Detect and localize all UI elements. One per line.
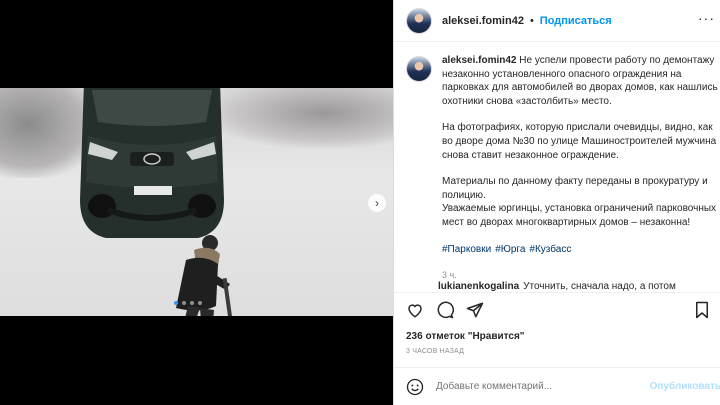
action-bar [394,292,720,332]
caption-hashtags: #Парковки #Юрга #Кузбасс [442,243,720,257]
comment-icon[interactable] [436,301,454,319]
post-header: aleksei.fomin42 • Подписаться ··· [394,0,720,42]
bookmark-icon[interactable] [694,301,710,319]
author-username[interactable]: aleksei.fomin42 [442,15,524,27]
likes-count[interactable]: 236 отметок "Нравится" [406,331,525,342]
hashtag-link[interactable]: #Кузбасс [529,244,571,255]
next-slide-button[interactable]: › [368,194,386,212]
caption-paragraph-3: Материалы по данному факту переданы в пр… [442,176,708,201]
caption-paragraph-1: aleksei.fomin42 Не успели провести работ… [442,54,720,108]
comment-username[interactable]: lukianenkogalina [438,281,519,292]
more-options-icon[interactable]: ··· [698,10,715,26]
caption-paragraph-2: На фотографиях, которую прислали очевидц… [442,122,717,161]
avatar[interactable] [406,7,432,34]
comment-row: lukianenkogalina Уточнить, сначала надо,… [406,280,716,292]
carousel-indicator [174,301,202,305]
carousel-dot [182,301,186,305]
caption-avatar[interactable] [406,56,432,82]
emoji-icon[interactable] [406,378,424,396]
hashtag-link[interactable]: #Юрга [495,244,525,255]
snow-shadow-right [210,88,393,148]
separator-dot: • [529,14,534,27]
chevron-right-icon: › [375,196,379,210]
follow-button[interactable]: Подписаться [540,15,612,27]
post-caption: aleksei.fomin42 Не успели провести работ… [406,54,720,290]
carousel-dot [198,301,202,305]
instagram-post-modal: › aleksei.fomin42 • Подписаться ··· alek… [0,0,720,405]
publish-button[interactable]: Опубликовать [650,381,720,392]
carousel-dot [174,301,178,305]
heart-icon[interactable] [406,301,424,319]
car-image [80,88,224,238]
post-media: › [0,0,393,405]
caption-body: aleksei.fomin42 Не успели провести работ… [442,54,720,290]
comment-input[interactable] [436,381,646,392]
caption-paragraph-4: Уважаемые юргинцы, установка ограничений… [442,203,717,228]
hashtag-link[interactable]: #Парковки [442,244,491,255]
post-age: 3 ЧАСОВ НАЗАД [406,348,465,355]
share-icon[interactable] [466,301,484,319]
carousel-dot [190,301,194,305]
caption-username[interactable]: aleksei.fomin42 [442,55,516,66]
comment-text: Уточнить, сначала надо, а потом [523,280,676,292]
post-photo [0,88,393,316]
post-sidebar: aleksei.fomin42 • Подписаться ··· alekse… [393,0,720,405]
add-comment-bar: Опубликовать [394,367,720,405]
